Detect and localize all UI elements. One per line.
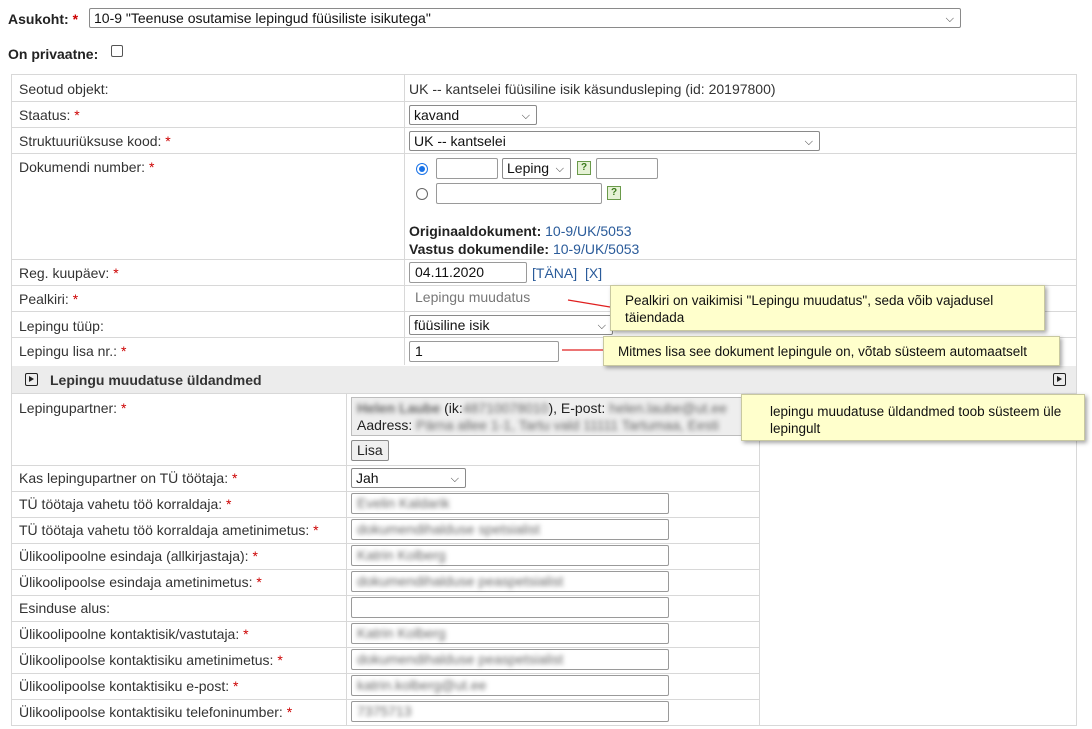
section-note: lepingu muudatuse üldandmed toob süsteem… bbox=[741, 394, 1085, 441]
title-note: Pealkiri on vaikimisi "Lepingu muudatus"… bbox=[610, 285, 1045, 331]
annex-note: Mitmes lisa see dokument lepingule on, v… bbox=[603, 336, 1060, 366]
title-arrow bbox=[567, 299, 622, 314]
